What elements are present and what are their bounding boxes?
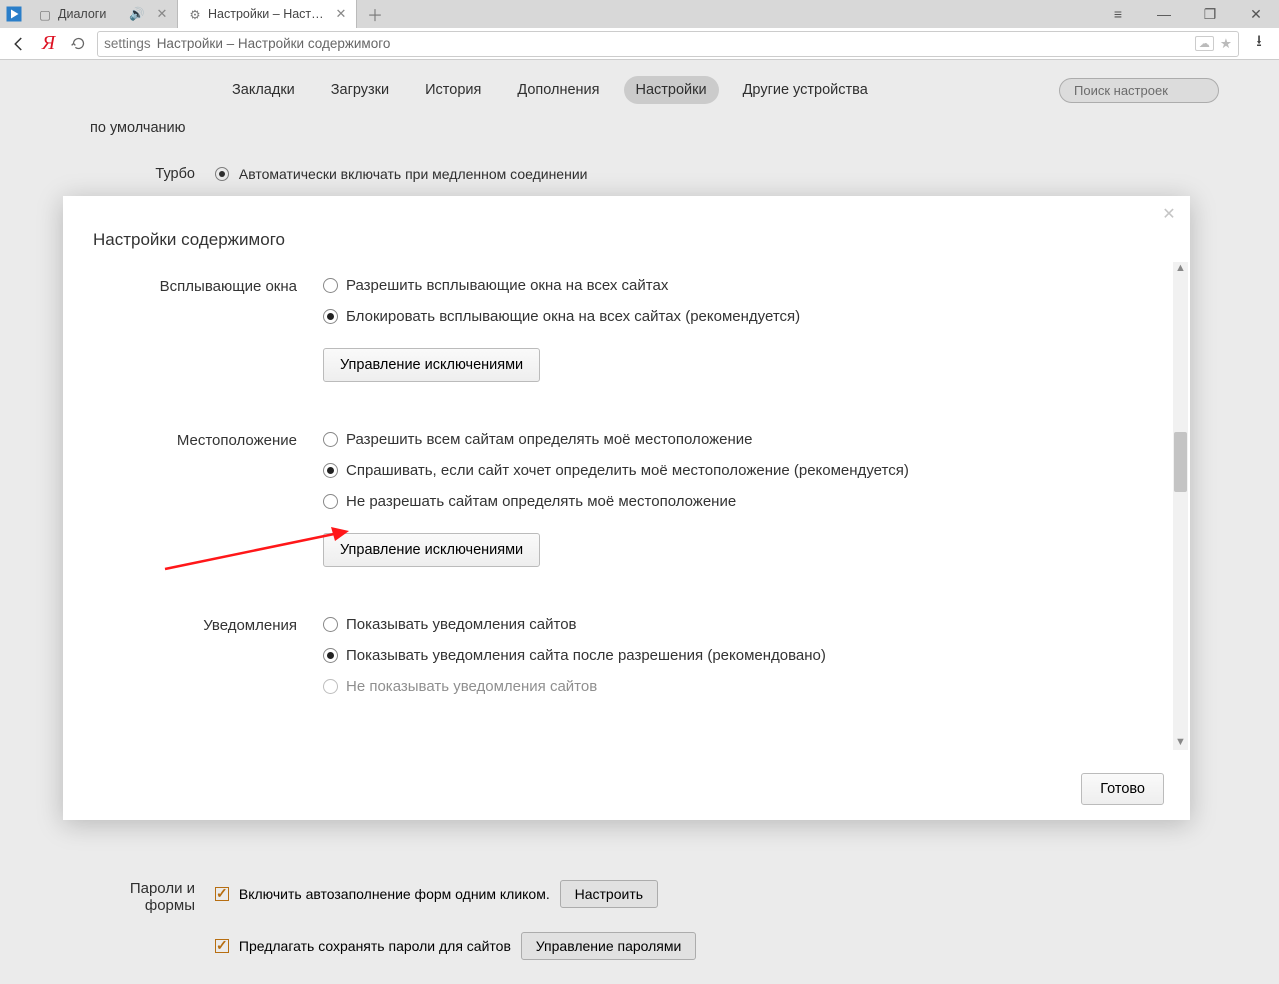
section-popups: Всплывающие окна Разрешить всплывающие о… (67, 270, 1162, 382)
radio-option[interactable]: Разрешить всем сайтам определять моё мес… (323, 424, 1162, 455)
option-label: Разрешить всплывающие окна на всех сайта… (346, 277, 668, 294)
tab-favicon: ▢ (38, 7, 52, 21)
radio-option[interactable]: Показывать уведомления сайтов (323, 609, 1162, 640)
radio-input[interactable] (323, 463, 338, 478)
modal-footer: Готово (63, 758, 1190, 820)
downloads-button[interactable]: ⭳ (1245, 30, 1273, 57)
close-icon[interactable]: ✕ (334, 7, 348, 21)
window-controls: ≡ — ❐ ✕ (1095, 0, 1279, 28)
radio-option[interactable]: Не разрешать сайтам определять моё место… (323, 486, 1162, 517)
radio-input[interactable] (323, 309, 338, 324)
option-label: Показывать уведомления сайтов (346, 616, 577, 633)
modal-title: Настройки содержимого (63, 196, 1190, 250)
yandex-logo[interactable]: Я (42, 32, 55, 55)
address-host: settings (104, 36, 151, 51)
modal-scroll-area: Всплывающие окна Разрешить всплывающие о… (63, 262, 1190, 750)
radio-option[interactable]: Спрашивать, если сайт хочет определить м… (323, 455, 1162, 486)
close-icon[interactable]: ✕ (155, 7, 169, 21)
radio-option[interactable]: Разрешить всплывающие окна на всех сайта… (323, 270, 1162, 301)
bookmark-icon[interactable]: ★ (1220, 36, 1232, 52)
scroll-thumb[interactable] (1174, 432, 1187, 492)
option-label: Блокировать всплывающие окна на всех сай… (346, 308, 800, 325)
minimize-button[interactable]: — (1141, 0, 1187, 28)
option-label: Не разрешать сайтам определять моё место… (346, 493, 736, 510)
address-bar[interactable]: settings Настройки – Настройки содержимо… (97, 31, 1239, 57)
browser-chrome: ▢ Диалоги 🔊 ✕ ⚙ Настройки – Настройки ✕ … (0, 0, 1279, 60)
close-icon[interactable]: ✕ (1160, 206, 1178, 224)
option-label: Спрашивать, если сайт хочет определить м… (346, 462, 909, 479)
radio-option[interactable]: Не показывать уведомления сайтов (323, 671, 1162, 702)
section-label: Уведомления (67, 609, 323, 702)
close-window-button[interactable]: ✕ (1233, 0, 1279, 28)
content-settings-modal: ✕ Настройки содержимого Всплывающие окна… (63, 196, 1190, 820)
section-label: Всплывающие окна (67, 270, 323, 382)
tab-active[interactable]: ⚙ Настройки – Настройки ✕ (178, 0, 357, 28)
radio-input[interactable] (323, 648, 338, 663)
sound-icon[interactable]: 🔊 (129, 7, 145, 22)
radio-option[interactable]: Показывать уведомления сайта после разре… (323, 640, 1162, 671)
app-icon (0, 0, 28, 28)
option-label: Показывать уведомления сайта после разре… (346, 647, 826, 664)
gear-icon: ⚙ (188, 7, 202, 21)
radio-input[interactable] (323, 494, 338, 509)
section-location: Местоположение Разрешить всем сайтам опр… (67, 424, 1162, 567)
manage-exceptions-button[interactable]: Управление исключениями (323, 348, 540, 382)
section-label: Местоположение (67, 424, 323, 567)
radio-option[interactable]: Блокировать всплывающие окна на всех сай… (323, 301, 1162, 332)
option-label: Разрешить всем сайтам определять моё мес… (346, 431, 753, 448)
section-notifications: Уведомления Показывать уведомления сайто… (67, 609, 1162, 702)
tab-strip: ▢ Диалоги 🔊 ✕ ⚙ Настройки – Настройки ✕ … (0, 0, 1279, 28)
new-tab-button[interactable]: ＋ (357, 0, 393, 28)
scrollbar[interactable]: ▲ ▼ (1173, 262, 1188, 750)
maximize-button[interactable]: ❐ (1187, 0, 1233, 28)
tab-title: Диалоги (58, 7, 106, 21)
toolbar: Я settings Настройки – Настройки содержи… (0, 28, 1279, 60)
back-button[interactable] (6, 31, 32, 57)
option-label: Не показывать уведомления сайтов (346, 678, 597, 695)
manage-exceptions-button[interactable]: Управление исключениями (323, 533, 540, 567)
address-title: Настройки – Настройки содержимого (157, 36, 391, 51)
menu-button[interactable]: ≡ (1095, 0, 1141, 28)
tab-inactive[interactable]: ▢ Диалоги 🔊 ✕ (28, 0, 178, 28)
radio-input[interactable] (323, 278, 338, 293)
radio-input[interactable] (323, 679, 338, 694)
scroll-up-icon[interactable]: ▲ (1173, 262, 1188, 276)
radio-input[interactable] (323, 432, 338, 447)
radio-input[interactable] (323, 617, 338, 632)
protect-icon[interactable]: ☁ (1195, 36, 1214, 51)
reload-button[interactable] (65, 31, 91, 57)
tab-title: Настройки – Настройки (208, 7, 328, 21)
scroll-down-icon[interactable]: ▼ (1173, 736, 1188, 750)
done-button[interactable]: Готово (1081, 773, 1164, 805)
